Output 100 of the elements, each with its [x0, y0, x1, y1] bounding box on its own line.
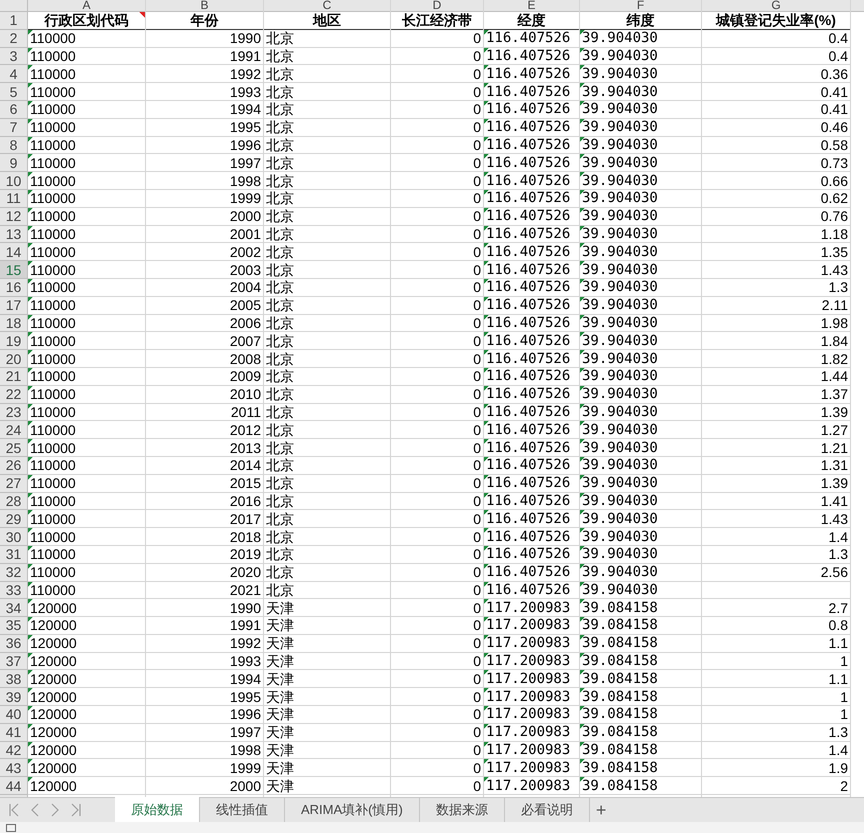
table-cell: 0 — [391, 100, 483, 119]
row-number[interactable]: 1 — [0, 12, 27, 30]
row-number[interactable]: 41 — [0, 724, 27, 742]
row-number[interactable]: 13 — [0, 226, 27, 244]
row-number[interactable]: 31 — [0, 546, 27, 564]
row-number[interactable]: 29 — [0, 510, 27, 528]
table-cell: 2004 — [146, 278, 263, 297]
table-cell: 0 — [391, 278, 483, 297]
table-cell: 1.21 — [702, 439, 850, 457]
row-number[interactable]: 21 — [0, 368, 27, 386]
last-sheet-icon[interactable] — [70, 803, 82, 817]
table-cell: 0 — [391, 742, 483, 760]
table-cell: 1.3 — [702, 724, 850, 742]
row-number[interactable]: 33 — [0, 582, 27, 600]
table-cell: 天津 — [264, 670, 390, 688]
row-number[interactable]: 25 — [0, 439, 27, 457]
table-cell: 110000 — [28, 564, 145, 582]
sheet-tab[interactable]: 原始数据 — [115, 797, 200, 822]
row-number[interactable]: 8 — [0, 136, 27, 154]
next-sheet-icon[interactable] — [50, 803, 60, 817]
column-header[interactable] — [851, 0, 864, 12]
table-cell: 116.407526 — [484, 546, 579, 564]
table-cell: 北京 — [264, 83, 390, 101]
row-number[interactable]: 6 — [0, 100, 27, 119]
table-cell: 116.407526 — [484, 296, 579, 315]
row-number[interactable]: 30 — [0, 528, 27, 546]
column-letter[interactable]: B — [146, 0, 263, 12]
table-cell: 39.904030 — [580, 368, 701, 386]
row-number[interactable]: 28 — [0, 492, 27, 510]
first-sheet-icon[interactable] — [8, 803, 20, 817]
table-cell: 天津 — [264, 742, 390, 760]
row-number[interactable]: 11 — [0, 190, 27, 208]
table-cell: 110000 — [28, 404, 145, 422]
row-number[interactable]: 34 — [0, 599, 27, 618]
status-icon[interactable] — [6, 824, 16, 832]
table-cell: 120000 — [28, 599, 145, 618]
table-cell: 110000 — [28, 30, 145, 48]
row-number[interactable]: 3 — [0, 48, 27, 66]
row-number[interactable]: 10 — [0, 172, 27, 190]
table-cell: 116.407526 — [484, 118, 579, 137]
row-number[interactable]: 16 — [0, 278, 27, 297]
table-cell: 120000 — [28, 724, 145, 742]
column-letter[interactable]: F — [580, 0, 701, 12]
table-cell: 2017 — [146, 510, 263, 528]
row-number[interactable]: 38 — [0, 670, 27, 688]
table-cell: 北京 — [264, 386, 390, 404]
table-cell: 1.4 — [702, 528, 850, 546]
table-cell: 39.904030 — [580, 510, 701, 528]
table-cell: 2008 — [146, 350, 263, 368]
column-letter[interactable]: D — [391, 0, 483, 12]
table-cell: 116.407526 — [484, 314, 579, 332]
column-letter[interactable]: E — [484, 0, 579, 12]
row-number[interactable]: 40 — [0, 706, 27, 724]
add-sheet-button[interactable]: + — [590, 798, 612, 822]
table-cell: 120000 — [28, 688, 145, 706]
table-cell: 39.904030 — [580, 546, 701, 564]
table-cell: 北京 — [264, 456, 390, 475]
row-number[interactable]: 5 — [0, 83, 27, 101]
row-number[interactable]: 44 — [0, 777, 27, 796]
row-number[interactable]: 22 — [0, 386, 27, 404]
table-cell: 120000 — [28, 759, 145, 778]
row-number[interactable]: 15 — [0, 261, 27, 279]
row-number[interactable]: 20 — [0, 350, 27, 368]
table-cell: 0 — [391, 332, 483, 350]
row-number[interactable]: 37 — [0, 652, 27, 670]
table-cell: 北京 — [264, 332, 390, 350]
column-letter[interactable]: G — [702, 0, 850, 12]
row-number[interactable]: 24 — [0, 421, 27, 440]
row-number[interactable]: 4 — [0, 65, 27, 84]
row-number[interactable]: 26 — [0, 456, 27, 475]
row-number[interactable]: 39 — [0, 688, 27, 706]
row-number[interactable]: 17 — [0, 296, 27, 315]
row-number[interactable]: 32 — [0, 564, 27, 582]
column-letter[interactable]: A — [28, 0, 145, 12]
previous-sheet-icon[interactable] — [30, 803, 40, 817]
row-number[interactable]: 7 — [0, 118, 27, 137]
table-cell: 0.36 — [702, 65, 850, 84]
table-cell: 117.200983 — [484, 670, 579, 688]
table-cell: 2013 — [146, 439, 263, 457]
row-number[interactable]: 27 — [0, 474, 27, 493]
table-cell: 北京 — [264, 118, 390, 137]
row-number[interactable]: 18 — [0, 314, 27, 332]
row-number[interactable]: 43 — [0, 759, 27, 778]
column-letter[interactable]: C — [264, 0, 390, 12]
table-cell: 110000 — [28, 456, 145, 475]
row-number[interactable]: 9 — [0, 154, 27, 172]
table-cell: 39.904030 — [580, 208, 701, 226]
row-number[interactable]: 2 — [0, 30, 27, 48]
row-number[interactable]: 35 — [0, 617, 27, 635]
table-cell: 117.200983 — [484, 688, 579, 706]
row-number[interactable]: 23 — [0, 404, 27, 422]
table-cell: 39.084158 — [580, 777, 701, 796]
table-cell: 0.58 — [702, 136, 850, 154]
row-number[interactable]: 42 — [0, 742, 27, 760]
table-cell: 0.4 — [702, 48, 850, 66]
table-cell: 0 — [391, 528, 483, 546]
row-number[interactable]: 19 — [0, 332, 27, 350]
row-number[interactable]: 36 — [0, 634, 27, 653]
row-number[interactable]: 12 — [0, 208, 27, 226]
table-cell: 天津 — [264, 599, 390, 618]
